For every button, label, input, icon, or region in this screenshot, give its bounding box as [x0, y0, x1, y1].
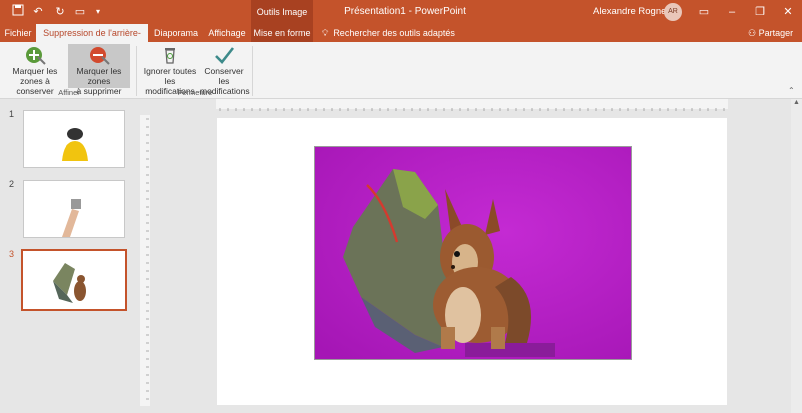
search-box[interactable]: 💡︎ Rechercher des outils adaptés [322, 24, 455, 42]
ribbon: Marquer les zones à conserver Marquer le… [0, 42, 802, 99]
slide-number: 3 [9, 249, 15, 259]
keep-label-1: Conserver les [204, 66, 244, 86]
hand-photo-image [62, 199, 81, 237]
minimize-icon[interactable]: – [718, 0, 746, 24]
slide-thumbnail-2[interactable] [23, 180, 125, 238]
slide-thumbnail-1[interactable] [23, 110, 125, 168]
ruler-ticks [219, 108, 725, 111]
scroll-up-icon[interactable]: ▲ [793, 99, 800, 106]
person-image [62, 128, 88, 161]
vertical-ruler[interactable] [140, 115, 150, 406]
slide-number: 1 [9, 109, 15, 119]
mark-remove-label-1: Marquer les zones [76, 66, 122, 86]
collapse-ribbon-icon[interactable]: ⌃ [788, 86, 795, 95]
context-group-label: Outils Image [251, 0, 313, 24]
group-separator [136, 46, 137, 96]
close-icon[interactable]: ✕ [774, 0, 802, 24]
redo-icon[interactable]: ↻ [52, 4, 68, 20]
search-label: Rechercher des outils adaptés [333, 28, 455, 38]
slide-number: 2 [9, 179, 15, 189]
customize-icon[interactable]: ▾ [90, 4, 106, 20]
slide-thumbnail-3[interactable] [21, 249, 127, 311]
discard-changes-button[interactable]: Ignorer toutes les modifications [140, 44, 200, 96]
person-icon: ⚇ [748, 28, 757, 38]
tab-background-removal[interactable]: Suppression de l'arrière-plan [36, 24, 148, 56]
document-title: Présentation1 - PowerPoint [344, 6, 466, 17]
save-icon[interactable] [10, 4, 26, 20]
group-separator [252, 46, 253, 96]
ribbon-display-icon[interactable]: ▭ [690, 0, 718, 24]
group-label-close: Fermeture [177, 88, 213, 97]
share-label: Partager [758, 28, 794, 38]
recycle-bin-icon [165, 48, 175, 64]
mark-keep-button[interactable]: Marquer les zones à conserver [4, 44, 66, 96]
slide-thumbnail-pane: 1 2 3 [0, 99, 136, 413]
user-name[interactable]: Alexandre Rogner [593, 0, 670, 24]
avatar[interactable]: AR [664, 3, 682, 21]
undo-icon[interactable]: ↶ [30, 4, 46, 20]
group-label-refine: Affiner [58, 88, 80, 97]
tab-slideshow[interactable]: Diaporama [150, 24, 202, 42]
selected-picture[interactable] [314, 146, 632, 360]
checkmark-icon [215, 47, 235, 64]
share-button[interactable]: ⚇ Partager [748, 24, 793, 42]
lightbulb-icon: 💡︎ [322, 28, 329, 38]
ruler-ticks [146, 118, 149, 400]
vertical-scrollbar[interactable]: ▲ [791, 99, 802, 413]
mark-keep-label-1: Marquer les [12, 66, 58, 76]
present-icon[interactable]: ▭ [72, 4, 88, 20]
ribbon-tabs: Fichier Suppression de l'arrière-plan Di… [0, 24, 802, 56]
discard-label-1: Ignorer toutes [143, 66, 197, 76]
tab-view[interactable]: Affichage [204, 24, 250, 42]
squirrel-image [53, 263, 86, 303]
title-bar: ↶ ↻ ▭ ▾ Outils Image Présentation1 - Pow… [0, 0, 802, 24]
squirrel-photo-removal-preview [315, 147, 631, 359]
tab-format[interactable]: Mise en forme [251, 24, 313, 42]
mark-remove-button[interactable]: Marquer les zones à supprimer [68, 44, 130, 96]
tab-file[interactable]: Fichier [0, 24, 36, 42]
keep-changes-button[interactable]: Conserver les modifications [200, 44, 250, 96]
horizontal-ruler[interactable] [216, 99, 728, 111]
mark-keep-icon [26, 47, 46, 65]
mark-remove-icon [90, 47, 110, 65]
restore-icon[interactable]: ❐ [746, 0, 774, 24]
